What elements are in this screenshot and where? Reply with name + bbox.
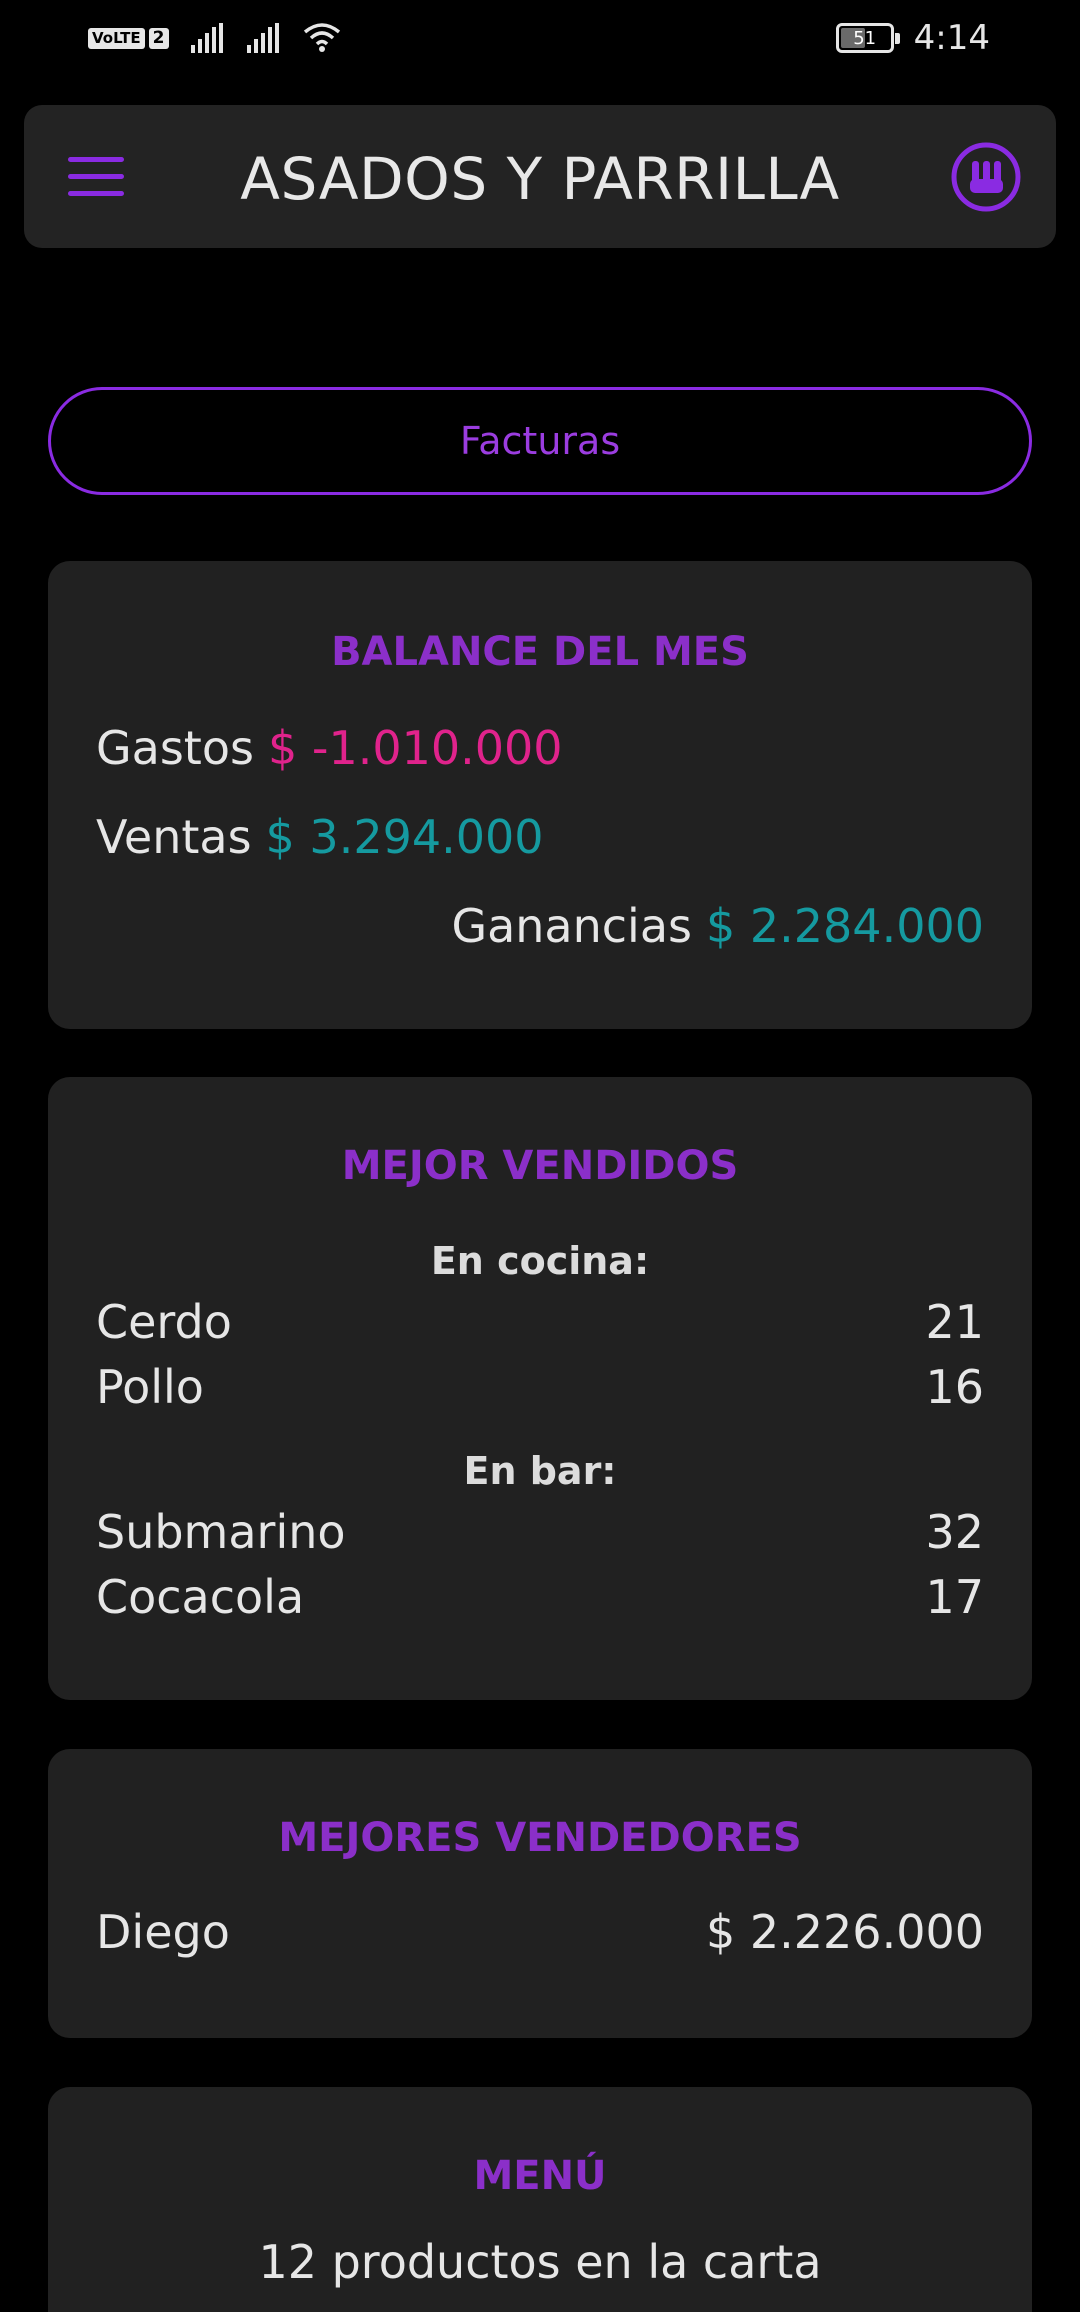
wifi-icon bbox=[303, 23, 340, 52]
menu-title: MENÚ bbox=[473, 2153, 607, 2199]
menu-card[interactable]: MENÚ 12 productos en la carta bbox=[48, 2087, 1032, 2312]
ventas-label: Ventas bbox=[96, 810, 252, 864]
facturas-button[interactable]: Facturas bbox=[48, 387, 1032, 495]
bar-row: Submarino 32 bbox=[96, 1505, 984, 1559]
mejores-vendedores-card: MEJORES VENDEDORES Diego $ 2.226.000 bbox=[48, 1749, 1032, 2038]
status-bar: VoLTE 2 51 4:14 bbox=[0, 0, 1080, 80]
signal-icon-2 bbox=[246, 23, 279, 53]
bar-heading: En bar: bbox=[463, 1449, 617, 1493]
ganancias-value: $ 2.284.000 bbox=[706, 899, 984, 953]
status-left: VoLTE 2 bbox=[88, 22, 341, 54]
balance-title: BALANCE DEL MES bbox=[331, 629, 749, 675]
item-count: 21 bbox=[925, 1295, 984, 1349]
sim-number: 2 bbox=[148, 27, 169, 49]
app-title: ASADOS Y PARRILLA bbox=[240, 145, 840, 213]
bar-row: Cocacola 17 bbox=[96, 1570, 984, 1624]
item-count: 32 bbox=[925, 1505, 984, 1559]
clock: 4:14 bbox=[913, 18, 990, 58]
app-bar: ASADOS Y PARRILLA bbox=[24, 105, 1056, 248]
cocina-row: Pollo 16 bbox=[96, 1360, 984, 1414]
volte-indicator: VoLTE 2 bbox=[88, 27, 169, 49]
gastos-value: $ -1.010.000 bbox=[267, 721, 563, 775]
utensils-logo-icon[interactable] bbox=[950, 141, 1022, 213]
battery-level: 51 bbox=[853, 27, 877, 49]
status-right: 51 4:14 bbox=[835, 18, 990, 58]
seller-row: Diego $ 2.226.000 bbox=[96, 1905, 984, 1959]
cocina-heading: En cocina: bbox=[430, 1239, 650, 1283]
ganancias-label: Ganancias bbox=[451, 899, 692, 953]
item-count: 16 bbox=[925, 1360, 984, 1414]
battery-icon: 51 bbox=[835, 23, 900, 53]
balance-card: BALANCE DEL MES Gastos $ -1.010.000 Vent… bbox=[48, 561, 1032, 1029]
item-name: Submarino bbox=[96, 1505, 346, 1559]
ganancias-row: Ganancias $ 2.284.000 bbox=[96, 899, 984, 953]
mejor-vendidos-title: MEJOR VENDIDOS bbox=[341, 1143, 739, 1189]
seller-amount: $ 2.226.000 bbox=[706, 1905, 984, 1959]
ventas-row: Ventas $ 3.294.000 bbox=[96, 810, 984, 864]
menu-summary: 12 productos en la carta bbox=[258, 2235, 822, 2289]
mejores-vendedores-title: MEJORES VENDEDORES bbox=[278, 1815, 802, 1861]
cocina-row: Cerdo 21 bbox=[96, 1295, 984, 1349]
item-name: Cocacola bbox=[96, 1570, 305, 1624]
mejor-vendidos-card: MEJOR VENDIDOS En cocina: Cerdo 21 Pollo… bbox=[48, 1077, 1032, 1700]
signal-icon bbox=[190, 23, 223, 53]
item-name: Cerdo bbox=[96, 1295, 232, 1349]
item-name: Pollo bbox=[96, 1360, 204, 1414]
gastos-label: Gastos bbox=[96, 721, 254, 775]
seller-name: Diego bbox=[96, 1905, 230, 1959]
item-count: 17 bbox=[925, 1570, 984, 1624]
menu-summary-row: 12 productos en la carta bbox=[96, 2235, 984, 2289]
volte-label: VoLTE bbox=[88, 27, 145, 49]
screen: VoLTE 2 51 4:14 ASADOS Y PARRILLA Factur… bbox=[0, 0, 1080, 2312]
gastos-row: Gastos $ -1.010.000 bbox=[96, 721, 984, 775]
ventas-value: $ 3.294.000 bbox=[265, 810, 544, 864]
